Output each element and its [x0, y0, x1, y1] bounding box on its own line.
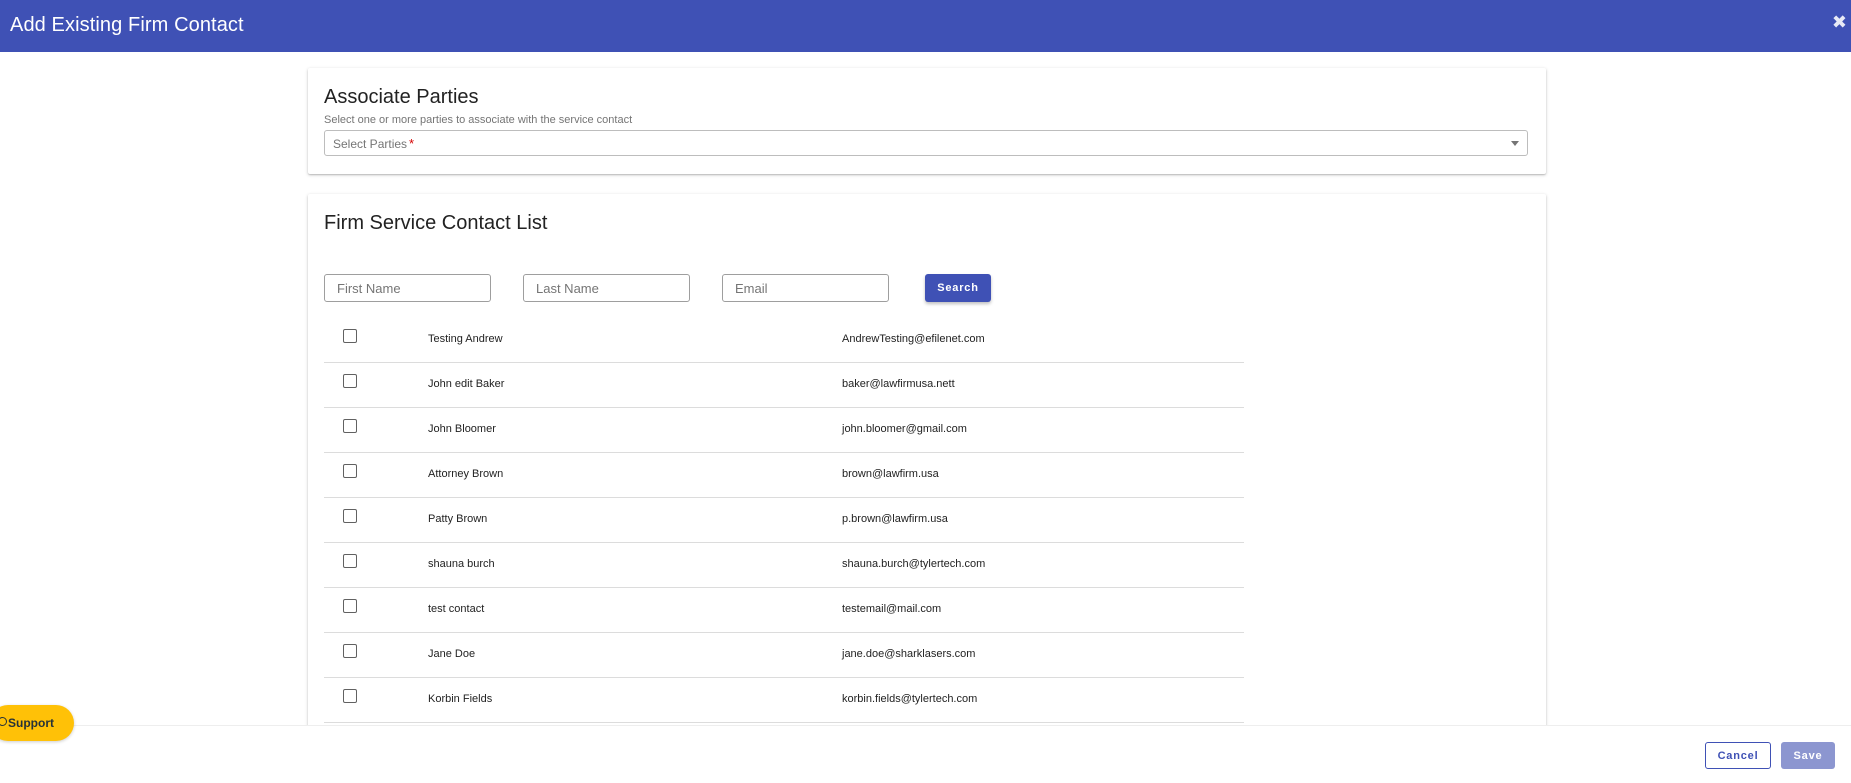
contact-name: Korbin Fields — [428, 693, 493, 705]
table-row: Patty Brown p.brown@lawfirm.usa — [324, 498, 1244, 543]
save-button[interactable]: Save — [1781, 742, 1835, 769]
table-row: John edit Baker baker@lawfirmusa.nett — [324, 363, 1244, 408]
row-checkbox[interactable] — [343, 689, 357, 703]
contact-name: shauna burch — [428, 558, 495, 570]
contact-name: Patty Brown — [428, 513, 488, 525]
support-button[interactable]: Support — [0, 705, 74, 741]
search-button[interactable]: Search — [925, 274, 991, 302]
contact-email: korbin.fields@tylertech.com — [842, 693, 978, 705]
contact-email: p.brown@lawfirm.usa — [842, 513, 948, 525]
contact-email: brown@lawfirm.usa — [842, 468, 939, 480]
support-label: Support — [8, 716, 54, 730]
contact-email: testemail@mail.com — [842, 603, 942, 615]
select-parties-label: Select Parties — [333, 137, 408, 151]
contact-name: John edit Baker — [428, 378, 505, 390]
contact-email: shauna.burch@tylertech.com — [842, 558, 986, 570]
row-checkbox[interactable] — [343, 374, 357, 388]
table-row: Korbin Fields korbin.fields@tylertech.co… — [324, 678, 1244, 723]
required-asterisk: * — [409, 136, 415, 151]
associate-parties-card: Associate Parties Select one or more par… — [308, 68, 1546, 174]
row-checkbox[interactable] — [343, 329, 357, 343]
table-row: Jane Doe jane.doe@sharklasers.com — [324, 633, 1244, 678]
dialog-title: Add Existing Firm Contact — [10, 14, 244, 36]
row-checkbox[interactable] — [343, 419, 357, 433]
associate-parties-hint: Select one or more parties to associate … — [324, 114, 633, 126]
contact-table: Testing Andrew AndrewTesting@efilenet.co… — [324, 318, 1244, 723]
contact-email: john.bloomer@gmail.com — [842, 423, 967, 435]
table-row: Testing Andrew AndrewTesting@efilenet.co… — [324, 318, 1244, 363]
help-circle-icon — [0, 717, 7, 726]
row-checkbox[interactable] — [343, 644, 357, 658]
select-parties-dropdown[interactable]: Select Parties * — [324, 130, 1528, 156]
contact-name: test contact — [428, 603, 485, 615]
table-row: test contact testemail@mail.com — [324, 588, 1244, 633]
contact-email: jane.doe@sharklasers.com — [842, 648, 976, 660]
contact-name: Attorney Brown — [428, 468, 504, 480]
row-checkbox[interactable] — [343, 464, 357, 478]
row-checkbox[interactable] — [343, 554, 357, 568]
contact-list-title: Firm Service Contact List — [324, 212, 548, 234]
contact-email: AndrewTesting@efilenet.com — [842, 333, 985, 345]
row-checkbox[interactable] — [343, 599, 357, 613]
contact-name: John Bloomer — [428, 423, 496, 435]
contact-name: Testing Andrew — [428, 333, 503, 345]
last-name-input[interactable] — [523, 274, 690, 302]
row-checkbox[interactable] — [343, 509, 357, 523]
email-input[interactable] — [722, 274, 889, 302]
select-parties-placeholder: Select Parties * — [333, 136, 414, 151]
table-row: shauna burch shauna.burch@tylertech.com — [324, 543, 1244, 588]
chevron-down-icon — [1511, 141, 1519, 146]
associate-parties-title: Associate Parties — [324, 86, 479, 108]
dialog-footer — [0, 725, 1851, 783]
table-row: Attorney Brown brown@lawfirm.usa — [324, 453, 1244, 498]
contact-name: Jane Doe — [428, 648, 476, 660]
close-icon[interactable]: ✖ — [1832, 13, 1847, 31]
table-row: John Bloomer john.bloomer@gmail.com — [324, 408, 1244, 453]
cancel-button[interactable]: Cancel — [1705, 742, 1771, 769]
first-name-input[interactable] — [324, 274, 491, 302]
contact-email: baker@lawfirmusa.nett — [842, 378, 955, 390]
dialog-header: Add Existing Firm Contact ✖ — [0, 0, 1851, 52]
contact-list-card: Firm Service Contact List Search Testing… — [308, 194, 1546, 754]
